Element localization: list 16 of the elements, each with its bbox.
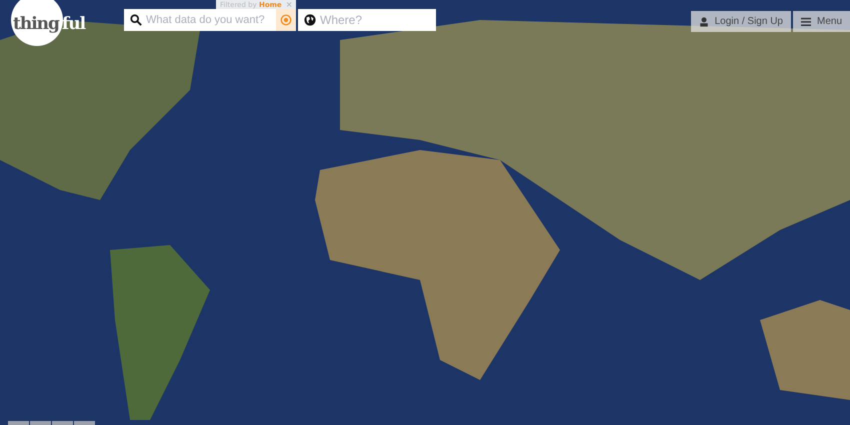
globe-icon: [304, 14, 316, 26]
map-control-button[interactable]: [8, 421, 29, 425]
user-icon: [698, 16, 709, 26]
map-control-button[interactable]: [52, 421, 73, 425]
map-control-button[interactable]: [30, 421, 51, 425]
menu-button[interactable]: Menu: [792, 11, 850, 32]
map-control-button[interactable]: [74, 421, 95, 425]
location-field[interactable]: Where?: [298, 9, 436, 31]
login-button[interactable]: Login / Sign Up: [690, 11, 791, 32]
logo-text: ful: [62, 14, 86, 34]
target-icon: [280, 14, 292, 26]
search-field[interactable]: What data do you want?: [124, 9, 276, 31]
locate-button[interactable]: [276, 9, 296, 31]
menu-icon: [800, 16, 811, 26]
logo-text: thing: [13, 14, 59, 34]
search-icon: [130, 14, 142, 26]
